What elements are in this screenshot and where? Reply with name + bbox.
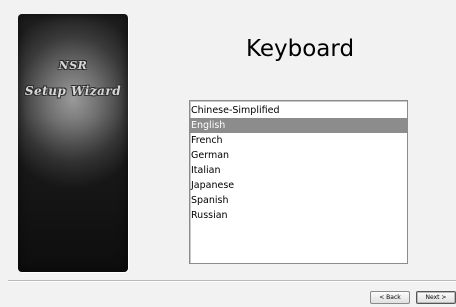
next-button[interactable]: Next > (416, 291, 456, 304)
list-item-italian[interactable]: Italian (190, 163, 407, 178)
wizard-side-banner: NSR Setup Wizard (18, 14, 128, 272)
page-title: Keyboard (245, 36, 355, 62)
list-item-german[interactable]: German (190, 148, 407, 163)
brand-setup-wizard-text: Setup Wizard (24, 84, 122, 98)
footer-divider (8, 280, 456, 282)
list-item-japanese[interactable]: Japanese (190, 178, 407, 193)
list-item-english[interactable]: English (190, 118, 407, 133)
list-item-spanish[interactable]: Spanish (190, 193, 407, 208)
setup-wizard-window: NSR Setup Wizard Keyboard Chinese-Simpli… (0, 0, 456, 307)
list-item-chinese-simplified[interactable]: Chinese-Simplified (190, 103, 407, 118)
keyboard-layout-list[interactable]: Chinese-Simplified English French German… (189, 100, 408, 264)
list-item-russian[interactable]: Russian (190, 208, 407, 223)
brand-nsr-text: NSR (58, 59, 88, 72)
back-button[interactable]: < Back (370, 291, 410, 304)
list-item-french[interactable]: French (190, 133, 407, 148)
